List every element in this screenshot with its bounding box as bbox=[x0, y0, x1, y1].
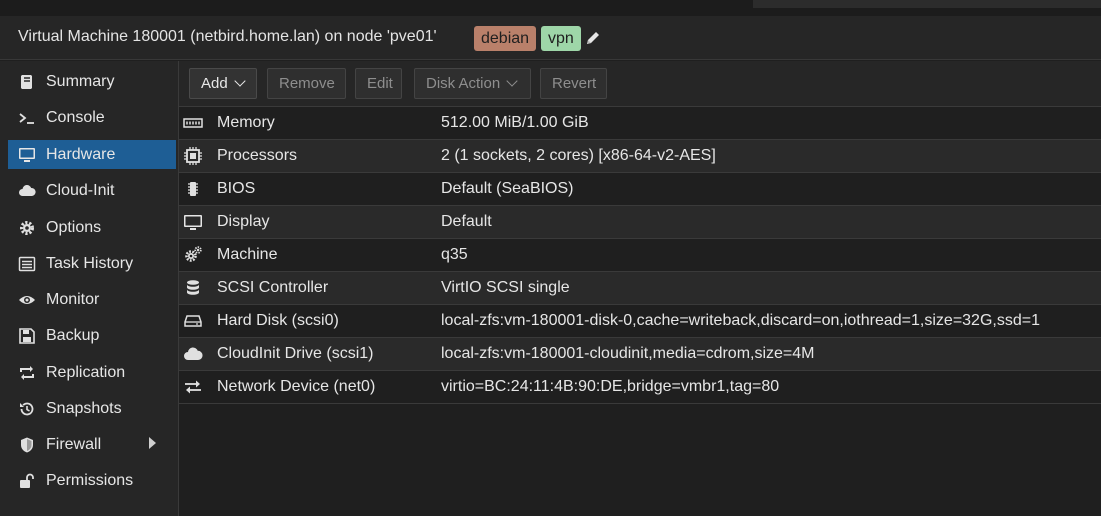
table-row[interactable]: Hard Disk (scsi0) local-zfs:vm-180001-di… bbox=[179, 305, 1101, 338]
hdd-icon bbox=[183, 311, 203, 331]
disk-action-button-label: Disk Action bbox=[426, 75, 501, 92]
add-button-label: Add bbox=[201, 75, 228, 92]
sidebar-item-monitor[interactable]: Monitor bbox=[8, 285, 176, 314]
cogs-icon bbox=[183, 245, 203, 265]
sidebar-item-console[interactable]: Console bbox=[8, 103, 176, 132]
shield-icon bbox=[8, 436, 46, 454]
exchange-icon bbox=[183, 377, 203, 397]
table-row[interactable]: SCSI Controller VirtIO SCSI single bbox=[179, 272, 1101, 305]
sidebar-item-options[interactable]: Options bbox=[8, 213, 176, 242]
desktop-icon bbox=[183, 212, 203, 232]
row-value: virtio=BC:24:11:4B:90:DE,bridge=vmbr1,ta… bbox=[441, 378, 780, 395]
expand-arrow-icon[interactable] bbox=[149, 437, 156, 449]
row-value: Default (SeaBIOS) bbox=[441, 180, 574, 197]
sidebar-item-label: Backup bbox=[46, 326, 100, 344]
add-button[interactable]: Add bbox=[189, 68, 257, 99]
sidebar-item-label: Replication bbox=[46, 363, 126, 381]
row-value: 512.00 MiB/1.00 GiB bbox=[441, 114, 589, 131]
revert-button[interactable]: Revert bbox=[540, 68, 607, 99]
chevron-down-icon bbox=[234, 75, 246, 87]
row-value: VirtIO SCSI single bbox=[441, 279, 570, 296]
toolbar: Add Remove Edit Disk Action Revert bbox=[179, 61, 1101, 107]
list-icon bbox=[8, 255, 46, 273]
row-name: Processors bbox=[217, 147, 298, 164]
book-icon bbox=[8, 73, 46, 91]
remove-button[interactable]: Remove bbox=[267, 68, 346, 99]
sidebar-item-label: Summary bbox=[46, 72, 115, 90]
row-name: Hard Disk (scsi0) bbox=[217, 312, 339, 329]
chevron-down-icon bbox=[506, 75, 518, 87]
sidebar-item-label: Firewall bbox=[46, 435, 102, 453]
sidebar-item-task-history[interactable]: Task History bbox=[8, 249, 176, 278]
sidebar-item-label: Console bbox=[46, 108, 105, 126]
revert-button-label: Revert bbox=[552, 75, 597, 92]
floppy-icon bbox=[8, 327, 46, 345]
eye-icon bbox=[8, 291, 46, 309]
table-row[interactable]: Display Default bbox=[179, 206, 1101, 239]
table-row[interactable]: Processors 2 (1 sockets, 2 cores) [x86-6… bbox=[179, 140, 1101, 173]
sidebar-item-label: Permissions bbox=[46, 471, 134, 489]
row-name: BIOS bbox=[217, 180, 256, 197]
edit-button-label: Edit bbox=[367, 75, 393, 92]
table-row[interactable]: CloudInit Drive (scsi1) local-zfs:vm-180… bbox=[179, 338, 1101, 371]
unlock-icon bbox=[8, 472, 46, 490]
cloud-icon bbox=[8, 182, 46, 200]
row-name: SCSI Controller bbox=[217, 279, 329, 296]
sidebar-item-replication[interactable]: Replication bbox=[8, 358, 176, 387]
sidebar-item-hardware[interactable]: Hardware bbox=[8, 140, 176, 169]
disk-action-button[interactable]: Disk Action bbox=[414, 68, 531, 99]
sidebar-item-label: Options bbox=[46, 218, 102, 236]
cpu-icon bbox=[183, 146, 203, 166]
table-row[interactable]: Machine q35 bbox=[179, 239, 1101, 272]
sidebar-item-label: Snapshots bbox=[46, 399, 122, 417]
row-value: q35 bbox=[441, 246, 468, 263]
sidebar-item-cloud-init[interactable]: Cloud-Init bbox=[8, 176, 176, 205]
tag-debian[interactable]: debian bbox=[474, 26, 537, 51]
terminal-icon bbox=[8, 109, 46, 127]
sidebar-item-summary[interactable]: Summary bbox=[8, 67, 176, 96]
page-title: Virtual Machine 180001 (netbird.home.lan… bbox=[18, 28, 437, 45]
retweet-icon bbox=[8, 364, 46, 382]
sidebar-item-label: Cloud-Init bbox=[46, 181, 115, 199]
microchip-icon bbox=[183, 179, 203, 199]
row-name: Machine bbox=[217, 246, 278, 263]
title-bar: Virtual Machine 180001 (netbird.home.lan… bbox=[0, 16, 1101, 60]
database-icon bbox=[183, 278, 203, 298]
row-name: Memory bbox=[217, 114, 275, 131]
hardware-grid: Memory 512.00 MiB/1.00 GiB Processors 2 … bbox=[179, 107, 1101, 404]
history-icon bbox=[8, 400, 46, 418]
top-strip bbox=[0, 0, 1101, 16]
gear-icon bbox=[8, 219, 46, 237]
row-name: Display bbox=[217, 213, 270, 230]
sidebar-item-label: Monitor bbox=[46, 290, 100, 308]
sidebar-item-label: Hardware bbox=[46, 145, 116, 163]
row-value: Default bbox=[441, 213, 492, 230]
sidebar: Summary Console Hardware Cloud-Init Opti… bbox=[0, 61, 179, 516]
memory-icon bbox=[183, 113, 203, 133]
row-name: Network Device (net0) bbox=[217, 378, 376, 395]
row-value: local-zfs:vm-180001-cloudinit,media=cdro… bbox=[441, 345, 815, 362]
sidebar-item-label: Task History bbox=[46, 254, 134, 272]
sidebar-item-permissions[interactable]: Permissions bbox=[8, 466, 176, 495]
remove-button-label: Remove bbox=[279, 75, 335, 92]
desktop-icon bbox=[8, 146, 46, 164]
row-value: 2 (1 sockets, 2 cores) [x86-64-v2-AES] bbox=[441, 147, 716, 164]
row-value: local-zfs:vm-180001-disk-0,cache=writeba… bbox=[441, 312, 1040, 329]
row-name: CloudInit Drive (scsi1) bbox=[217, 345, 374, 362]
sidebar-item-snapshots[interactable]: Snapshots bbox=[8, 394, 176, 423]
sidebar-item-firewall[interactable]: Firewall bbox=[8, 430, 176, 459]
edit-button[interactable]: Edit bbox=[355, 68, 402, 99]
pencil-icon[interactable] bbox=[584, 29, 602, 47]
sidebar-item-backup[interactable]: Backup bbox=[8, 321, 176, 350]
table-row[interactable]: BIOS Default (SeaBIOS) bbox=[179, 173, 1101, 206]
top-strip-right bbox=[753, 0, 1101, 8]
cloud-icon bbox=[183, 344, 203, 364]
tag-vpn[interactable]: vpn bbox=[541, 26, 581, 51]
table-row[interactable]: Memory 512.00 MiB/1.00 GiB bbox=[179, 107, 1101, 140]
table-row[interactable]: Network Device (net0) virtio=BC:24:11:4B… bbox=[179, 371, 1101, 404]
